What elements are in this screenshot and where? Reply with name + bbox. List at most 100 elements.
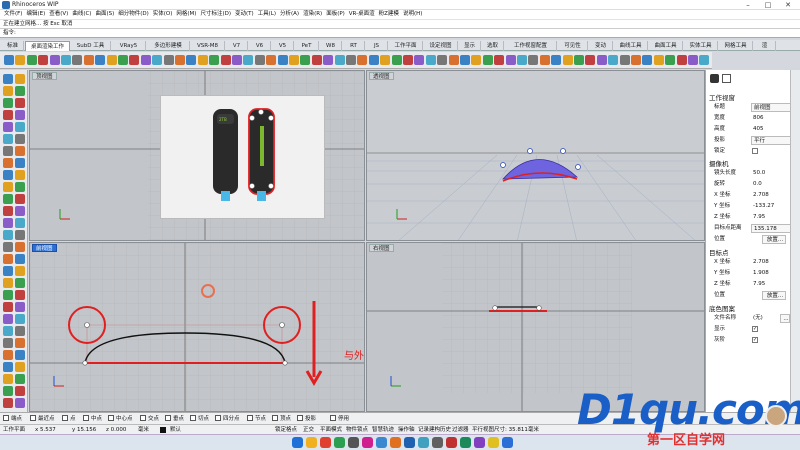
left-tool-icon[interactable] — [15, 398, 25, 408]
menu-file[interactable]: 文件(F) — [4, 10, 22, 19]
tab-solid-tools[interactable]: 实体工具 — [684, 41, 718, 51]
viewport-label-top[interactable]: 顶视图 — [32, 72, 57, 80]
toolbar-tool-icon[interactable] — [699, 55, 710, 65]
taskbar-app-icon[interactable] — [474, 437, 485, 448]
menu-subd[interactable]: 细分物件(D) — [118, 10, 149, 19]
toolbar-tool-icon[interactable] — [72, 55, 83, 65]
left-tool-icon[interactable] — [3, 170, 13, 180]
status-ortho[interactable]: 正交 — [303, 426, 314, 434]
toolbar-tool-icon[interactable] — [209, 55, 220, 65]
height-field[interactable]: 405 — [751, 125, 794, 134]
left-tool-icon[interactable] — [3, 398, 13, 408]
tab-transform[interactable]: 变动 — [589, 41, 613, 51]
panel-side-tabs[interactable] — [790, 70, 800, 412]
left-tool-icon[interactable] — [3, 194, 13, 204]
left-tool-icon[interactable] — [15, 326, 25, 336]
toolbar-tool-icon[interactable] — [4, 55, 14, 65]
left-tool-icon[interactable] — [3, 242, 13, 252]
tab-standard[interactable]: 标准 — [2, 41, 24, 51]
toolbar-tool-icon[interactable] — [140, 55, 151, 65]
show-checkbox[interactable]: ✓ — [752, 326, 758, 332]
tab-select[interactable]: 选取 — [482, 41, 504, 51]
menu-render[interactable]: 渲染(R) — [303, 10, 322, 19]
left-tool-icon[interactable] — [15, 206, 25, 216]
osnap-center[interactable]: 中心点 — [108, 415, 133, 423]
osnap-perp[interactable]: 垂点 — [165, 415, 184, 423]
taskbar-app-icon[interactable] — [418, 437, 429, 448]
osnap-point[interactable]: 点 — [62, 415, 76, 423]
osnap-tan[interactable]: 切点 — [190, 415, 209, 423]
left-tool-icon[interactable] — [3, 290, 13, 300]
left-tool-icon[interactable] — [3, 146, 13, 156]
taskbar-app-icon[interactable] — [376, 437, 387, 448]
left-tool-icon[interactable] — [3, 158, 13, 168]
tab-v6[interactable]: V6 — [249, 41, 271, 51]
place-target-button[interactable]: 放置... — [762, 291, 786, 300]
toolbar-tool-icon[interactable] — [129, 55, 140, 65]
left-tool-icon[interactable] — [15, 266, 25, 276]
left-tool-icon[interactable] — [15, 74, 25, 84]
toolbar-tool-icon[interactable] — [266, 55, 277, 65]
toolbar-tool-icon[interactable] — [152, 55, 163, 65]
tab-w8[interactable]: W8 — [320, 41, 342, 51]
target-y-field[interactable]: 1.908 — [751, 269, 794, 278]
toolbar-tool-icon[interactable] — [83, 55, 94, 65]
camera-icon[interactable] — [710, 74, 719, 83]
toolbar-tool-icon[interactable] — [596, 55, 607, 65]
osnap-project[interactable]: 投影 — [297, 415, 316, 423]
toolbar-tool-icon[interactable] — [118, 55, 128, 65]
osnap-mid[interactable]: 中点 — [83, 415, 102, 423]
menu-panels[interactable]: 面板(P) — [326, 10, 345, 19]
toolbar-tool-icon[interactable] — [403, 55, 413, 65]
toolbar-tool-icon[interactable] — [619, 55, 630, 65]
taskbar-app-icon[interactable] — [446, 437, 457, 448]
left-tool-icon[interactable] — [3, 386, 13, 396]
left-tool-icon[interactable] — [3, 338, 13, 348]
toolbar-tool-icon[interactable] — [482, 55, 493, 65]
toolbar-tool-icon[interactable] — [49, 55, 60, 65]
taskbar-app-icon[interactable] — [502, 437, 513, 448]
left-tool-icon[interactable] — [15, 146, 25, 156]
close-button[interactable]: ✕ — [780, 0, 796, 10]
toolbar-tool-icon[interactable] — [642, 55, 653, 65]
left-tool-icon[interactable] — [3, 206, 13, 216]
tab-mesh-tools[interactable]: 网格工具 — [719, 41, 753, 51]
toolbar-tool-icon[interactable] — [631, 55, 641, 65]
left-tool-icon[interactable] — [3, 350, 13, 360]
menu-pz-model[interactable]: 粉Z建模 — [379, 10, 399, 19]
taskbar-app-icon[interactable] — [334, 437, 345, 448]
toolbar-tool-icon[interactable] — [220, 55, 231, 65]
osnap-end[interactable]: 端点 — [3, 415, 22, 423]
left-tool-icon[interactable] — [3, 218, 13, 228]
toolbar-tool-icon[interactable] — [471, 55, 482, 65]
toolbar-tool-icon[interactable] — [505, 55, 516, 65]
tab-rt[interactable]: RT — [343, 41, 365, 51]
taskbar-app-icon[interactable] — [432, 437, 443, 448]
status-gumball[interactable]: 操作轴 — [398, 426, 415, 434]
taskbar-app-icon[interactable] — [306, 437, 317, 448]
tab-vray5[interactable]: VRay5 — [112, 41, 146, 51]
toolbar-tool-icon[interactable] — [26, 55, 37, 65]
left-tool-icon[interactable] — [3, 278, 13, 288]
toolbar-tool-icon[interactable] — [197, 55, 208, 65]
maximize-button[interactable]: □ — [760, 0, 776, 10]
tab-visibility[interactable]: 可见性 — [558, 41, 588, 51]
toolbar-tool-icon[interactable] — [357, 55, 368, 65]
tab-vsr-m8[interactable]: VSR-M8 — [191, 41, 225, 51]
camera-z-field[interactable]: 7.95 — [751, 213, 794, 222]
taskbar-app-icon[interactable] — [292, 437, 303, 448]
toolbar-tool-icon[interactable] — [414, 55, 425, 65]
tab-v7[interactable]: V7 — [226, 41, 248, 51]
left-tool-icon[interactable] — [15, 302, 25, 312]
status-history[interactable]: 记录建构历史 — [418, 426, 451, 434]
tab-desktop-render[interactable]: 桌面渲染工作 — [25, 41, 70, 51]
tab-set-view[interactable]: 设定视图 — [424, 41, 458, 51]
title-field[interactable]: 前视图 — [751, 103, 794, 112]
left-tool-icon[interactable] — [3, 98, 13, 108]
tab-v5[interactable]: V5 — [272, 41, 294, 51]
toolbar-tool-icon[interactable] — [380, 55, 391, 65]
left-tool-icon[interactable] — [3, 134, 13, 144]
lens-field[interactable]: 50.0 — [751, 169, 794, 178]
toolbar-tool-icon[interactable] — [574, 55, 584, 65]
toolbar-tool-icon[interactable] — [106, 55, 117, 65]
